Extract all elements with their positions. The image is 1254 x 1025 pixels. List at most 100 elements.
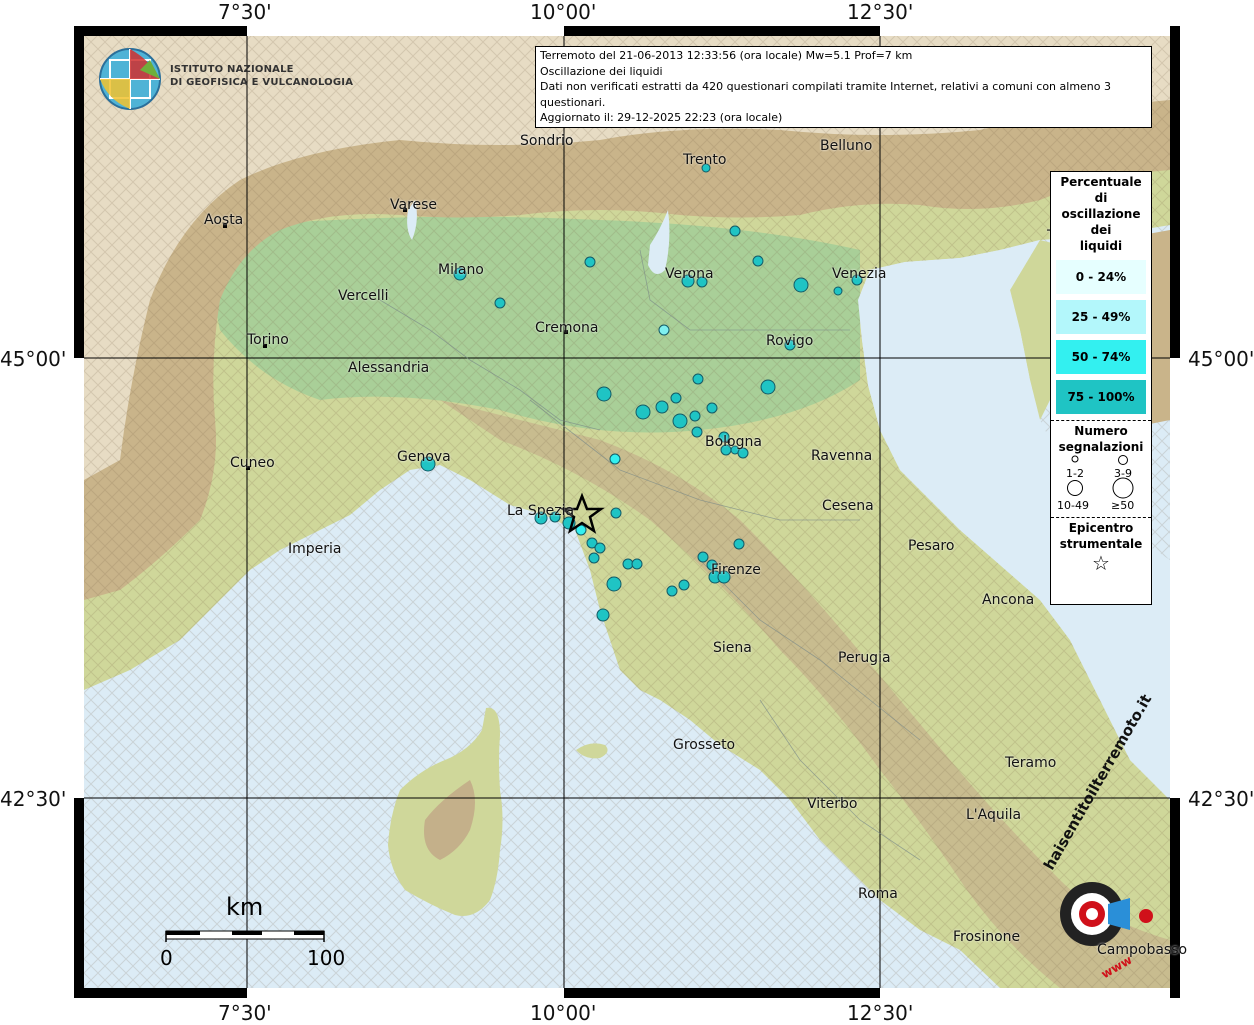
city-label: Ancona xyxy=(982,592,1035,608)
report-marker xyxy=(594,542,606,554)
legend-count-title-line: segnalazioni xyxy=(1058,440,1144,454)
top-lon-label-3: 12°30' xyxy=(847,0,914,24)
city-label: Verona xyxy=(665,266,714,282)
legend-divider xyxy=(1051,420,1151,421)
report-marker xyxy=(672,413,688,429)
legend-title-line: Percentuale xyxy=(1060,175,1142,189)
left-lat-label-1: 45°00' xyxy=(0,347,67,371)
legend-title: Percentuale di oscillazione dei liquidi xyxy=(1051,172,1151,254)
legend-star-icon: ☆ xyxy=(1092,551,1110,575)
report-marker xyxy=(596,608,610,622)
city-label: Firenze xyxy=(711,562,761,578)
legend-title-line: oscillazione xyxy=(1061,207,1141,221)
scale-start: 0 xyxy=(160,946,173,970)
city-label: L'Aquila xyxy=(966,807,1022,823)
legend-panel: Percentuale di oscillazione dei liquidi … xyxy=(1050,171,1152,605)
city-label: Bologna xyxy=(705,434,762,450)
city-label: Campobasso xyxy=(1097,942,1188,958)
city-label: Imperia xyxy=(288,541,342,557)
report-marker xyxy=(729,225,741,237)
legend-title-line: dei xyxy=(1090,223,1112,237)
legend-count-title: Numero segnalazioni xyxy=(1051,423,1151,455)
right-lat-label-1: 45°00' xyxy=(1188,347,1254,371)
legend-count-50-plus: ≥50 xyxy=(1111,499,1135,512)
legend-size-key: 1-2 3-9 10-49 ≥50 xyxy=(1051,455,1151,517)
legend-divider xyxy=(1051,517,1151,518)
ingv-logo-icon xyxy=(99,48,161,110)
info-updated: Aggiornato il: 29-12-2025 22:23 (ora loc… xyxy=(540,111,783,124)
city-label: Belluno xyxy=(820,138,873,154)
institute-name-line1: ISTITUTO NAZIONALE xyxy=(170,64,294,75)
report-marker xyxy=(666,585,678,597)
report-marker xyxy=(606,576,622,592)
report-marker xyxy=(691,426,703,438)
legend-count-3-9: 3-9 xyxy=(1114,467,1132,480)
report-marker xyxy=(752,255,764,267)
legend-count-title-line: Numero xyxy=(1074,424,1128,438)
bottom-lon-label-1: 7°30' xyxy=(218,1001,272,1025)
city-label: Trento xyxy=(683,152,727,168)
city-label: Grosseto xyxy=(673,737,736,753)
city-label: Ravenna xyxy=(811,448,873,464)
legend-epicenter-line: strumentale xyxy=(1059,537,1143,551)
institute-name-line2: DI GEOFISICA E VULCANOLOGIA xyxy=(170,77,354,88)
info-source: Dati non verificati estratti da 420 ques… xyxy=(540,80,1112,109)
scale-unit: km xyxy=(226,893,264,921)
city-label: Milano xyxy=(438,262,484,278)
info-parameter: Oscillazione dei liquidi xyxy=(540,64,663,78)
city-label: Vercelli xyxy=(338,288,389,304)
bottom-lon-label-3: 12°30' xyxy=(847,1001,914,1025)
legend-title-line: liquidi xyxy=(1079,239,1123,253)
report-marker xyxy=(588,552,600,564)
city-label: Roma xyxy=(858,886,898,902)
left-lat-label-2: 42°30' xyxy=(0,787,67,811)
institute-name: ISTITUTO NAZIONALE DI GEOFISICA E VULCAN… xyxy=(170,63,353,89)
city-label: Venezia xyxy=(832,266,887,282)
city-label: Frosinone xyxy=(953,929,1021,945)
report-marker xyxy=(494,297,506,309)
report-marker xyxy=(609,453,621,465)
report-marker xyxy=(678,579,690,591)
city-label: Cesena xyxy=(822,498,874,514)
city-label: Cremona xyxy=(535,320,599,336)
report-marker xyxy=(610,507,622,519)
legend-epicenter-title: Epicentro strumentale xyxy=(1051,520,1151,552)
city-label: Alessandria xyxy=(348,360,430,376)
report-marker xyxy=(733,538,745,550)
report-marker xyxy=(596,386,612,402)
city-label: Genova xyxy=(397,449,451,465)
city-label: Aosta xyxy=(204,212,244,228)
right-lat-label-2: 42°30' xyxy=(1188,787,1254,811)
city-label: Sondrio xyxy=(520,133,574,149)
legend-class-25-49: 25 - 49% xyxy=(1056,300,1146,334)
report-marker xyxy=(833,286,843,296)
earthquake-info-box: Terremoto del 21-06-2013 12:33:56 (ora l… xyxy=(535,46,1152,128)
report-marker xyxy=(689,410,701,422)
city-label: Cuneo xyxy=(230,455,275,471)
city-label: Varese xyxy=(390,197,438,213)
legend-class-50-74: 50 - 74% xyxy=(1056,340,1146,374)
legend-count-1-2: 1-2 xyxy=(1066,467,1084,480)
legend-class-75-100: 75 - 100% xyxy=(1056,380,1146,414)
report-marker xyxy=(760,379,776,395)
report-marker xyxy=(697,551,709,563)
city-label: La Spezia xyxy=(507,503,575,519)
city-label: Viterbo xyxy=(807,796,858,812)
report-marker xyxy=(584,256,596,268)
top-lon-label-2: 10°00' xyxy=(530,0,597,24)
city-label: Pesaro xyxy=(908,538,955,554)
report-marker xyxy=(706,402,718,414)
legend-count-10-49: 10-49 xyxy=(1057,499,1089,512)
report-marker xyxy=(631,558,643,570)
city-label: Teramo xyxy=(1005,755,1057,771)
report-marker xyxy=(793,277,809,293)
city-label: Rovigo xyxy=(766,333,814,349)
report-marker xyxy=(670,392,682,404)
legend-epicenter-line: Epicentro xyxy=(1068,521,1134,535)
legend-title-line: di xyxy=(1094,191,1108,205)
city-label: Siena xyxy=(713,640,752,656)
info-event: Terremoto del 21-06-2013 12:33:56 (ora l… xyxy=(540,49,913,62)
report-marker xyxy=(692,373,704,385)
city-label: Perugia xyxy=(838,650,891,666)
bottom-lon-label-2: 10°00' xyxy=(530,1001,597,1025)
